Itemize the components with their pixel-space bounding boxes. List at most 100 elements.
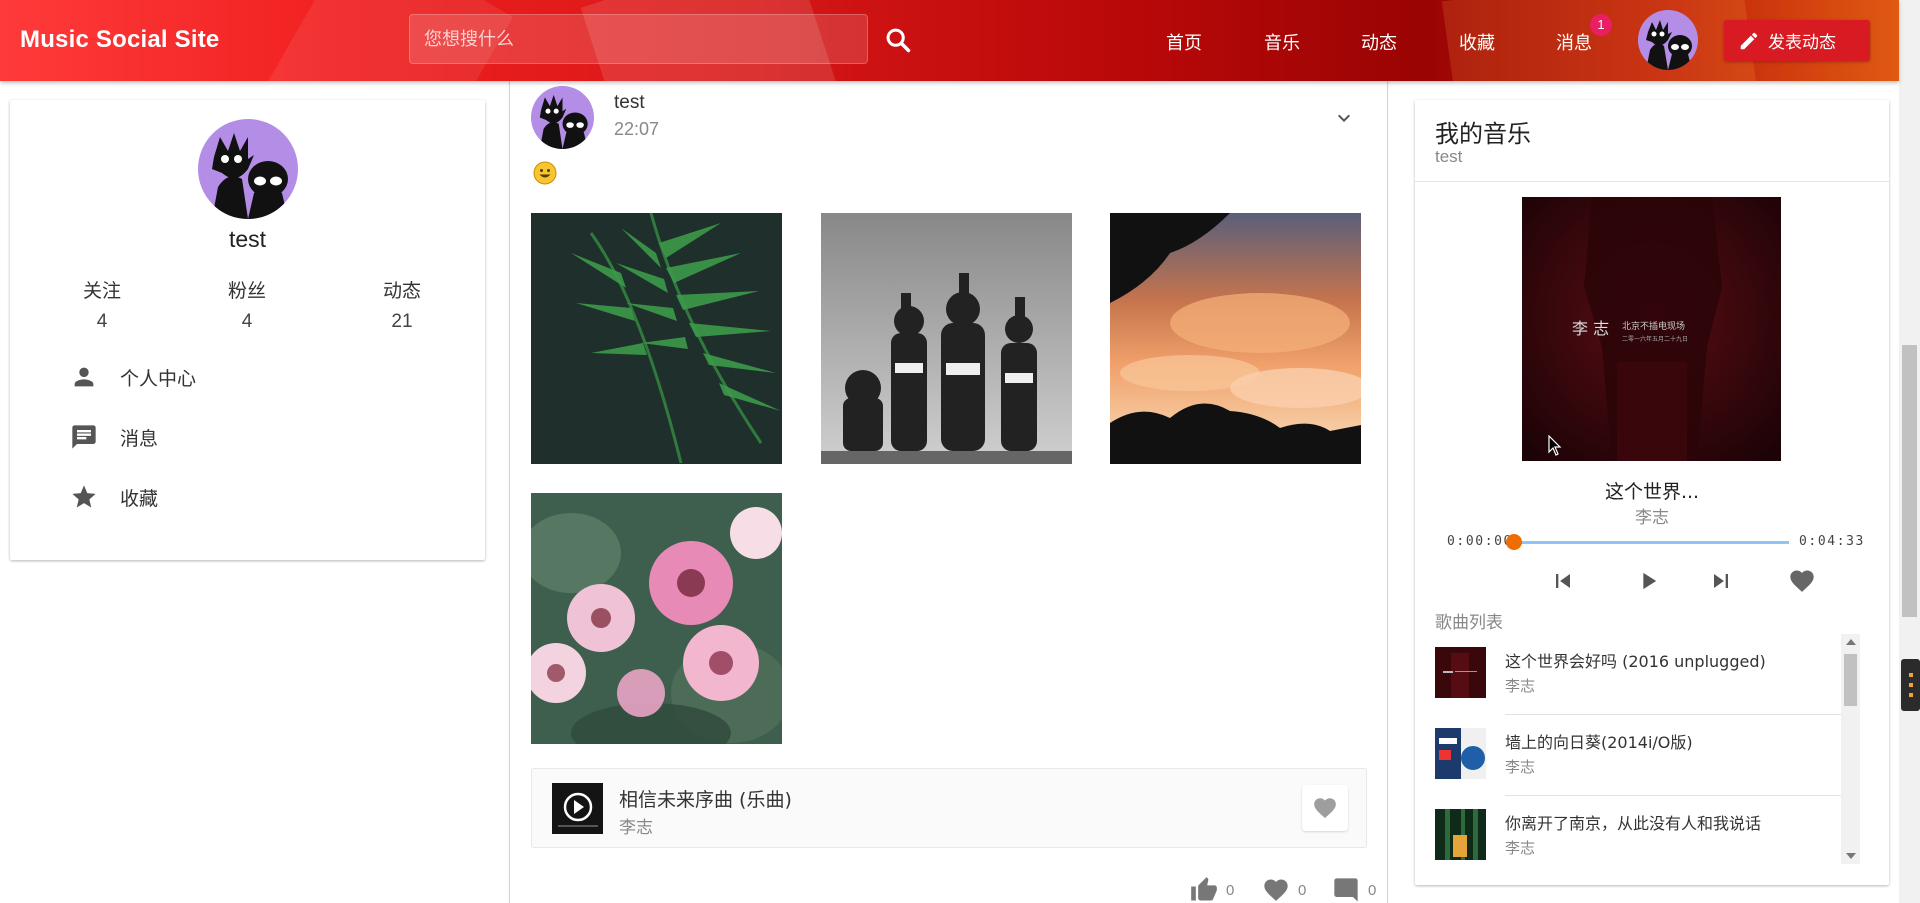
- album-cover: 李 志 北京不插电现场 二零一六年五月二十九日: [1522, 197, 1781, 461]
- site-logo[interactable]: Music Social Site: [20, 26, 219, 54]
- search-icon[interactable]: [884, 26, 912, 54]
- skip-next-icon[interactable]: [1707, 567, 1735, 595]
- thumb-up-icon: [1191, 877, 1217, 901]
- playlist: 这个世界会好吗 (2016 unplugged) 李志 墙上的向日葵(2014i…: [1435, 634, 1860, 869]
- cartoon-group-photo[interactable]: [821, 213, 1072, 464]
- search-box: [409, 14, 868, 64]
- stat-label: 动态: [382, 280, 421, 302]
- playlist-item-cover: [1435, 647, 1486, 698]
- stat-posts[interactable]: 动态 21: [352, 276, 452, 333]
- favorite-action[interactable]: 0: [1262, 876, 1306, 903]
- message-count-badge: 1: [1590, 14, 1612, 36]
- playlist-item-title: 墙上的向日葵(2014i/O版): [1505, 733, 1693, 752]
- album-caption-small-text: 二零一六年五月二十九日: [1622, 335, 1688, 343]
- playlist-item-title: 你离开了南京，从此没有人和我说话: [1505, 814, 1762, 833]
- menu-item-label: 收藏: [120, 487, 159, 510]
- music-card-title: 我的音乐: [1435, 120, 1531, 148]
- stat-value: 4: [241, 311, 253, 332]
- menu-item-profile[interactable]: 个人中心: [70, 359, 196, 395]
- nav-music[interactable]: 音乐: [1264, 29, 1300, 55]
- music-card-subtitle: test: [1435, 147, 1463, 166]
- heart-icon: [1314, 798, 1336, 819]
- stat-label: 关注: [82, 280, 121, 302]
- playlist-scrollbar[interactable]: [1841, 634, 1860, 864]
- top-app-bar: Music Social Site 首页 音乐 动态 收藏 消息 1 发表动态: [0, 0, 1899, 81]
- comment-action[interactable]: 0: [1332, 876, 1376, 903]
- chevron-down-icon[interactable]: [1332, 106, 1356, 130]
- publish-post-label: 发表动态: [1768, 33, 1836, 53]
- embedded-song[interactable]: 相信未来序曲 (乐曲) 李志: [531, 768, 1367, 848]
- comment-icon: [1334, 878, 1358, 902]
- sunset-clouds-photo[interactable]: [1110, 213, 1361, 464]
- play-icon[interactable]: [1634, 567, 1662, 595]
- post-author-avatar[interactable]: [531, 86, 594, 149]
- nav-favorites[interactable]: 收藏: [1459, 29, 1495, 55]
- my-music-card: 我的音乐 test 李 志 北京不插电现场 二零一六年五月二十九日 这个世界..…: [1415, 100, 1889, 885]
- pencil-icon: [1740, 32, 1758, 49]
- post-author-name[interactable]: test: [614, 92, 645, 114]
- menu-item-favorites[interactable]: 收藏: [70, 479, 158, 515]
- person-icon: [74, 367, 94, 387]
- song-artist: 李志: [619, 818, 653, 838]
- stat-following[interactable]: 关注 4: [52, 276, 152, 333]
- star-icon: [72, 485, 96, 508]
- stat-followers[interactable]: 粉丝 4: [197, 276, 297, 333]
- nav-messages[interactable]: 消息: [1556, 29, 1592, 55]
- scroll-up-arrow-icon[interactable]: [1846, 639, 1856, 645]
- playlist-item-artist: 李志: [1505, 758, 1536, 776]
- playlist-item-title: 这个世界会好吗 (2016 unplugged): [1505, 652, 1766, 671]
- playlist-item-artist: 李志: [1505, 677, 1536, 695]
- nav-feed[interactable]: 动态: [1361, 29, 1397, 55]
- total-time: 0:04:33: [1799, 534, 1865, 549]
- comment-count: 0: [1368, 881, 1377, 899]
- album-artist-text: 李 志: [1572, 319, 1609, 338]
- user-avatar[interactable]: [1638, 10, 1698, 70]
- song-like-button[interactable]: [1302, 785, 1348, 831]
- search-input[interactable]: [410, 15, 867, 63]
- playlist-item-artist: 李志: [1505, 839, 1536, 857]
- fern-leaves-photo[interactable]: [531, 213, 782, 464]
- playlist-item[interactable]: 墙上的向日葵(2014i/O版) 李志: [1435, 715, 1845, 796]
- playlist-item-cover: [1435, 728, 1486, 779]
- scrollbar-thumb[interactable]: [1844, 654, 1857, 706]
- album-caption-text: 北京不插电现场: [1622, 320, 1685, 332]
- profile-card: test 关注 4 粉丝 4 动态 21 个人中心 消息 收藏: [10, 100, 485, 560]
- playlist-label: 歌曲列表: [1435, 613, 1503, 633]
- now-playing-artist: 李志: [1635, 508, 1669, 528]
- progress-bar[interactable]: [1515, 541, 1789, 544]
- post-card: test 22:07 相信未来序曲 (乐曲) 李志 0 0 0: [510, 70, 1387, 903]
- playlist-item-cover: [1435, 809, 1486, 860]
- profile-avatar[interactable]: [198, 119, 298, 219]
- side-widget[interactable]: [1901, 659, 1920, 711]
- now-playing-title: 这个世界...: [1604, 481, 1700, 503]
- divider: [1415, 181, 1889, 182]
- stat-value: 4: [96, 311, 108, 332]
- menu-item-label: 个人中心: [120, 367, 197, 390]
- favorite-count: 0: [1298, 881, 1307, 899]
- heart-icon[interactable]: [1788, 567, 1816, 595]
- playlist-item[interactable]: 你离开了南京，从此没有人和我说话 李志: [1435, 796, 1845, 869]
- like-count: 0: [1226, 881, 1235, 899]
- like-action[interactable]: 0: [1190, 876, 1234, 903]
- page-scrollbar[interactable]: [1899, 0, 1920, 903]
- post-timestamp: 22:07: [614, 119, 660, 139]
- publish-post-button[interactable]: 发表动态: [1724, 20, 1870, 61]
- heart-icon: [1264, 879, 1288, 901]
- stat-label: 粉丝: [227, 280, 266, 302]
- profile-name: test: [228, 226, 267, 252]
- message-icon: [72, 425, 96, 449]
- current-time: 0:00:00: [1447, 534, 1513, 549]
- song-play-button[interactable]: [552, 783, 603, 834]
- playlist-item[interactable]: 这个世界会好吗 (2016 unplugged) 李志: [1435, 634, 1845, 715]
- progress-knob[interactable]: [1506, 534, 1522, 550]
- smiley-emoji-icon: [533, 161, 557, 185]
- song-title: 相信未来序曲 (乐曲): [619, 789, 792, 811]
- menu-item-label: 消息: [120, 427, 159, 450]
- stat-value: 21: [391, 311, 413, 332]
- menu-item-messages[interactable]: 消息: [70, 419, 158, 455]
- pink-roses-photo[interactable]: [531, 493, 782, 744]
- page-scrollbar-thumb[interactable]: [1902, 345, 1917, 617]
- skip-previous-icon[interactable]: [1549, 567, 1577, 595]
- nav-home[interactable]: 首页: [1166, 29, 1202, 55]
- scroll-down-arrow-icon[interactable]: [1846, 853, 1856, 859]
